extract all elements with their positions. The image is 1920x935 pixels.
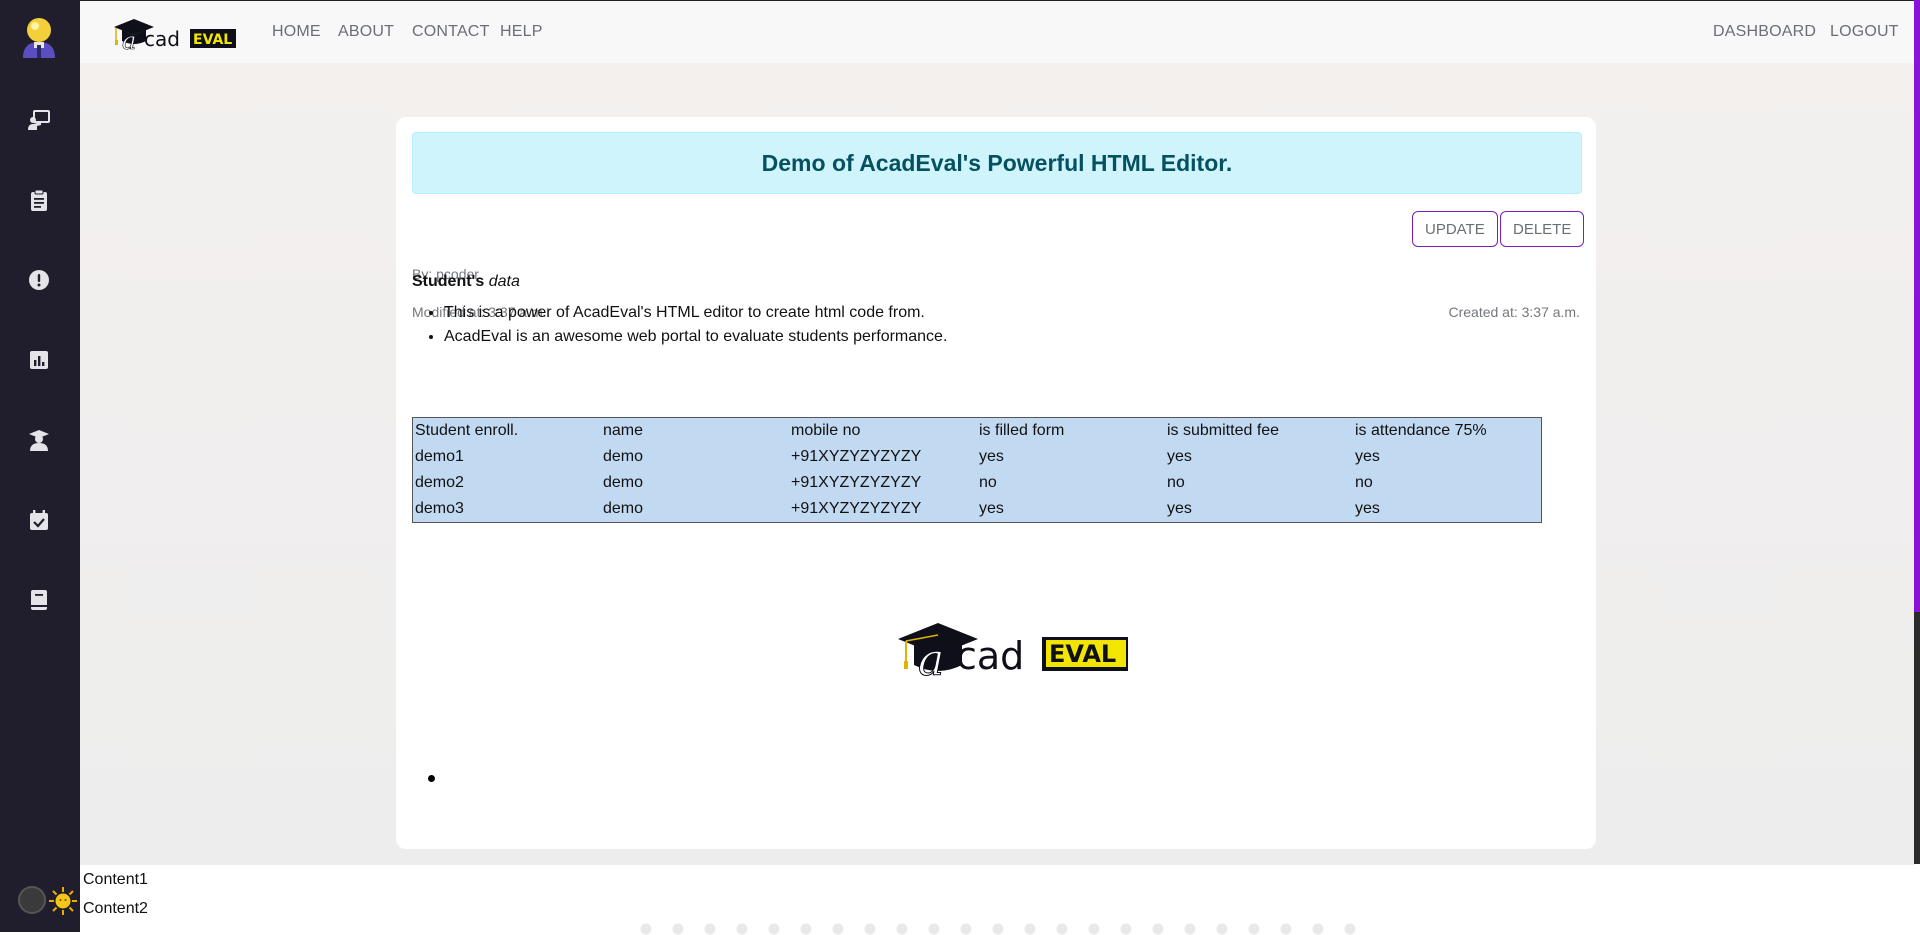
table-cell: no <box>1355 474 1373 491</box>
nav-contact[interactable]: CONTACT <box>412 23 490 41</box>
table-cell: yes <box>1355 500 1380 517</box>
header-cell: Student enroll. <box>415 422 519 439</box>
bullet-list: This is a power of AcadEval's HTML edito… <box>412 301 1580 349</box>
sun-icon[interactable] <box>48 886 78 916</box>
alert-icon[interactable] <box>22 263 56 297</box>
table-row: demo2 demo +91XYZYZYZYZY no no no <box>413 470 1542 496</box>
clipboard-icon[interactable] <box>22 183 56 217</box>
student-table: Student enroll. name mobile no is filled… <box>412 417 1542 523</box>
table-cell: demo3 <box>415 500 464 517</box>
header-cell: mobile no <box>791 422 861 439</box>
scrollbar-accent <box>1914 0 1920 612</box>
svg-text:a: a <box>918 635 944 677</box>
heading-bold: Student's <box>412 273 485 290</box>
table-cell: demo <box>603 448 644 465</box>
table-cell: no <box>1167 474 1185 491</box>
svg-text:cad: cad <box>144 27 180 51</box>
main-content: Demo of AcadEval's Powerful HTML Editor.… <box>80 63 1914 865</box>
moon-icon[interactable] <box>18 886 46 914</box>
decorative-dots <box>640 923 1360 935</box>
book-icon[interactable] <box>22 583 56 617</box>
table-cell: yes <box>1355 448 1380 465</box>
table-cell: no <box>979 474 997 491</box>
table-row: demo3 demo +91XYZYZYZYZY yes yes yes <box>413 496 1542 523</box>
list-item: This is a power of AcadEval's HTML edito… <box>444 301 1580 325</box>
table-cell: demo <box>603 500 644 517</box>
teacher-board-icon[interactable] <box>22 103 56 137</box>
table-cell: demo1 <box>415 448 464 465</box>
table-row: demo1 demo +91XYZYZYZYZY yes yes yes <box>413 444 1542 470</box>
sidebar <box>0 0 80 932</box>
update-button[interactable]: UPDATE <box>1412 211 1498 247</box>
graduate-icon[interactable] <box>22 423 56 457</box>
empty-list-item <box>428 775 435 782</box>
nav-home[interactable]: HOME <box>272 23 321 41</box>
post-title-banner: Demo of AcadEval's Powerful HTML Editor. <box>412 132 1582 194</box>
delete-button[interactable]: DELETE <box>1500 211 1585 247</box>
user-avatar-icon[interactable] <box>18 16 60 60</box>
nav-logout[interactable]: LOGOUT <box>1830 23 1899 41</box>
content2-text: Content2 <box>83 900 148 917</box>
table-cell: +91XYZYZYZYZY <box>791 448 922 465</box>
header-cell: is attendance 75% <box>1355 422 1487 439</box>
table-cell: yes <box>979 500 1004 517</box>
svg-text:EVAL: EVAL <box>1049 640 1116 668</box>
svg-text:a: a <box>122 27 136 53</box>
post-body: Student's data This is a power of AcadEv… <box>412 273 1580 349</box>
nav-dashboard[interactable]: DASHBOARD <box>1713 23 1816 41</box>
header-cell: is submitted fee <box>1167 422 1280 439</box>
table-cell: demo2 <box>415 474 464 491</box>
header-cell: name <box>603 422 644 439</box>
svg-text:EVAL: EVAL <box>193 32 232 48</box>
brand-logo[interactable]: a cad EVAL <box>112 13 236 53</box>
scrollbar-track[interactable] <box>1914 612 1920 864</box>
post-heading: Student's data <box>412 273 1580 291</box>
post-title: Demo of AcadEval's Powerful HTML Editor. <box>761 149 1233 176</box>
theme-toggle[interactable] <box>18 886 78 916</box>
table-cell: demo <box>603 474 644 491</box>
post-card: Demo of AcadEval's Powerful HTML Editor.… <box>396 117 1596 849</box>
content1-text: Content1 <box>83 871 148 888</box>
acadeval-logo-image: a cad EVAL <box>898 623 1128 677</box>
nav-help[interactable]: HELP <box>500 23 543 41</box>
table-cell: yes <box>1167 500 1192 517</box>
header-cell: is filled form <box>979 422 1065 439</box>
table-cell: +91XYZYZYZYZY <box>791 474 922 491</box>
calendar-check-icon[interactable] <box>22 503 56 537</box>
table-cell: yes <box>1167 448 1192 465</box>
chart-icon[interactable] <box>22 343 56 377</box>
svg-text:cad: cad <box>956 634 1024 677</box>
table-cell: +91XYZYZYZYZY <box>791 500 922 517</box>
nav-about[interactable]: ABOUT <box>338 23 394 41</box>
list-item: AcadEval is an awesome web portal to eva… <box>444 325 1580 349</box>
table-cell: yes <box>979 448 1004 465</box>
bottom-content: Content1 Content2 <box>80 865 1920 935</box>
top-navbar: a cad EVAL HOME ABOUT CONTACT HELP DASHB… <box>80 0 1920 64</box>
heading-italic: data <box>488 273 520 290</box>
table-header-row: Student enroll. name mobile no is filled… <box>413 418 1542 445</box>
